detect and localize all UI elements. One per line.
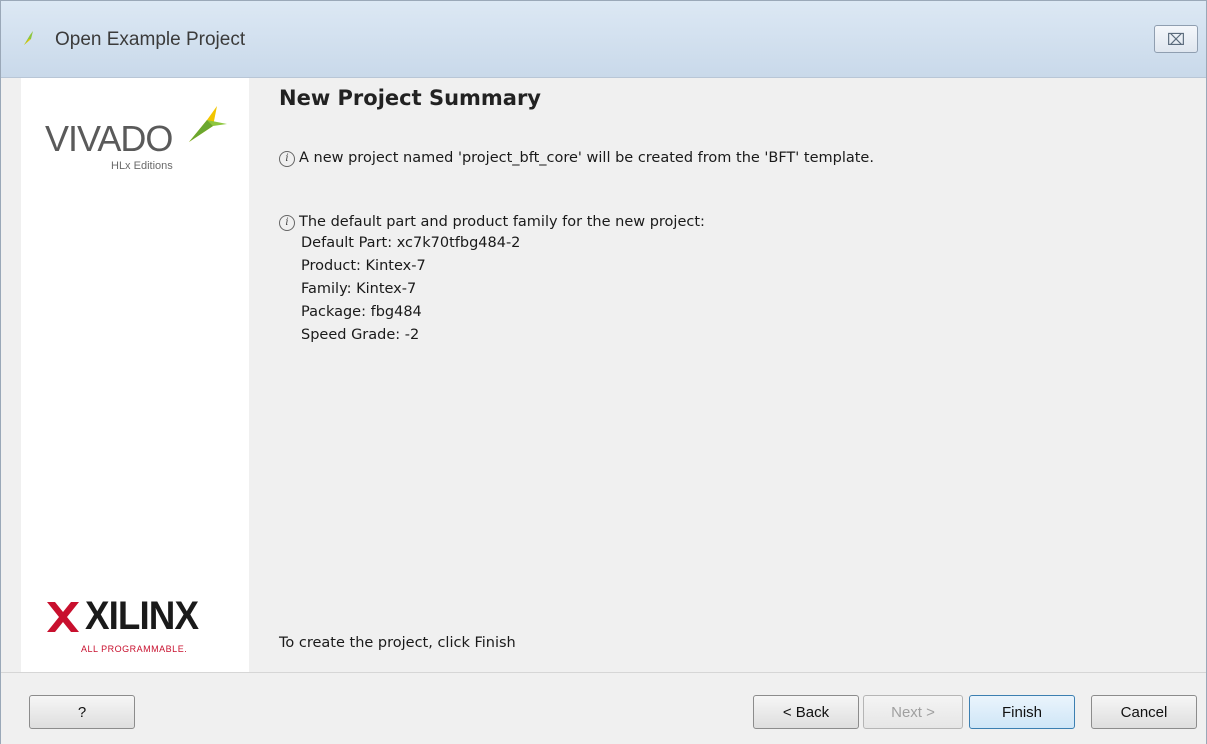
title-bar[interactable]: Open Example Project ⌧ (1, 1, 1206, 78)
vivado-edition-label: HLx Editions (111, 160, 173, 172)
close-icon: ⌧ (1166, 29, 1186, 49)
part-info-line: i The default part and product family for… (279, 214, 705, 231)
close-button[interactable]: ⌧ (1154, 25, 1198, 53)
info-icon: i (279, 151, 295, 167)
detail-package: Package: fbg484 (301, 304, 422, 320)
vivado-logo: VIVADO HLx Editions (45, 102, 235, 182)
button-bar: ? < Back Next > Finish Cancel (1, 672, 1206, 744)
xilinx-tagline: ALL PROGRAMMABLE. (81, 644, 188, 654)
finish-button[interactable]: Finish (969, 695, 1075, 729)
vivado-app-icon (24, 31, 33, 45)
vivado-leaf-icon (189, 106, 227, 142)
help-button[interactable]: ? (29, 695, 135, 729)
project-info-line: iA new project named 'project_bft_core' … (279, 150, 874, 167)
xilinx-wordmark: XILINX (85, 594, 199, 638)
detail-family: Family: Kintex-7 (301, 281, 417, 297)
summary-panel: New Project Summary iA new project named… (249, 78, 1206, 672)
detail-default-part: Default Part: xc7k70tfbg484-2 (301, 235, 521, 251)
window-title: Open Example Project (55, 29, 246, 50)
open-example-project-dialog: Open Example Project ⌧ VIVADO HLx Editio… (0, 0, 1207, 744)
vivado-wordmark: VIVADO (45, 118, 173, 159)
xilinx-x-icon (47, 602, 79, 632)
next-button[interactable]: Next > (863, 695, 963, 729)
detail-product: Product: Kintex-7 (301, 258, 426, 274)
finish-hint: To create the project, click Finish (279, 635, 516, 651)
part-info-text: The default part and product family for … (299, 214, 705, 230)
back-button[interactable]: < Back (753, 695, 859, 729)
cancel-button[interactable]: Cancel (1091, 695, 1197, 729)
info-icon: i (279, 215, 295, 231)
xilinx-logo: XILINX ALL PROGRAMMABLE. (45, 594, 235, 658)
branding-panel: VIVADO HLx Editions XILINX ALL PROGRAMMA… (21, 78, 249, 672)
page-title: New Project Summary (279, 86, 541, 110)
project-info-text: A new project named 'project_bft_core' w… (299, 150, 874, 166)
detail-speed-grade: Speed Grade: -2 (301, 327, 420, 343)
